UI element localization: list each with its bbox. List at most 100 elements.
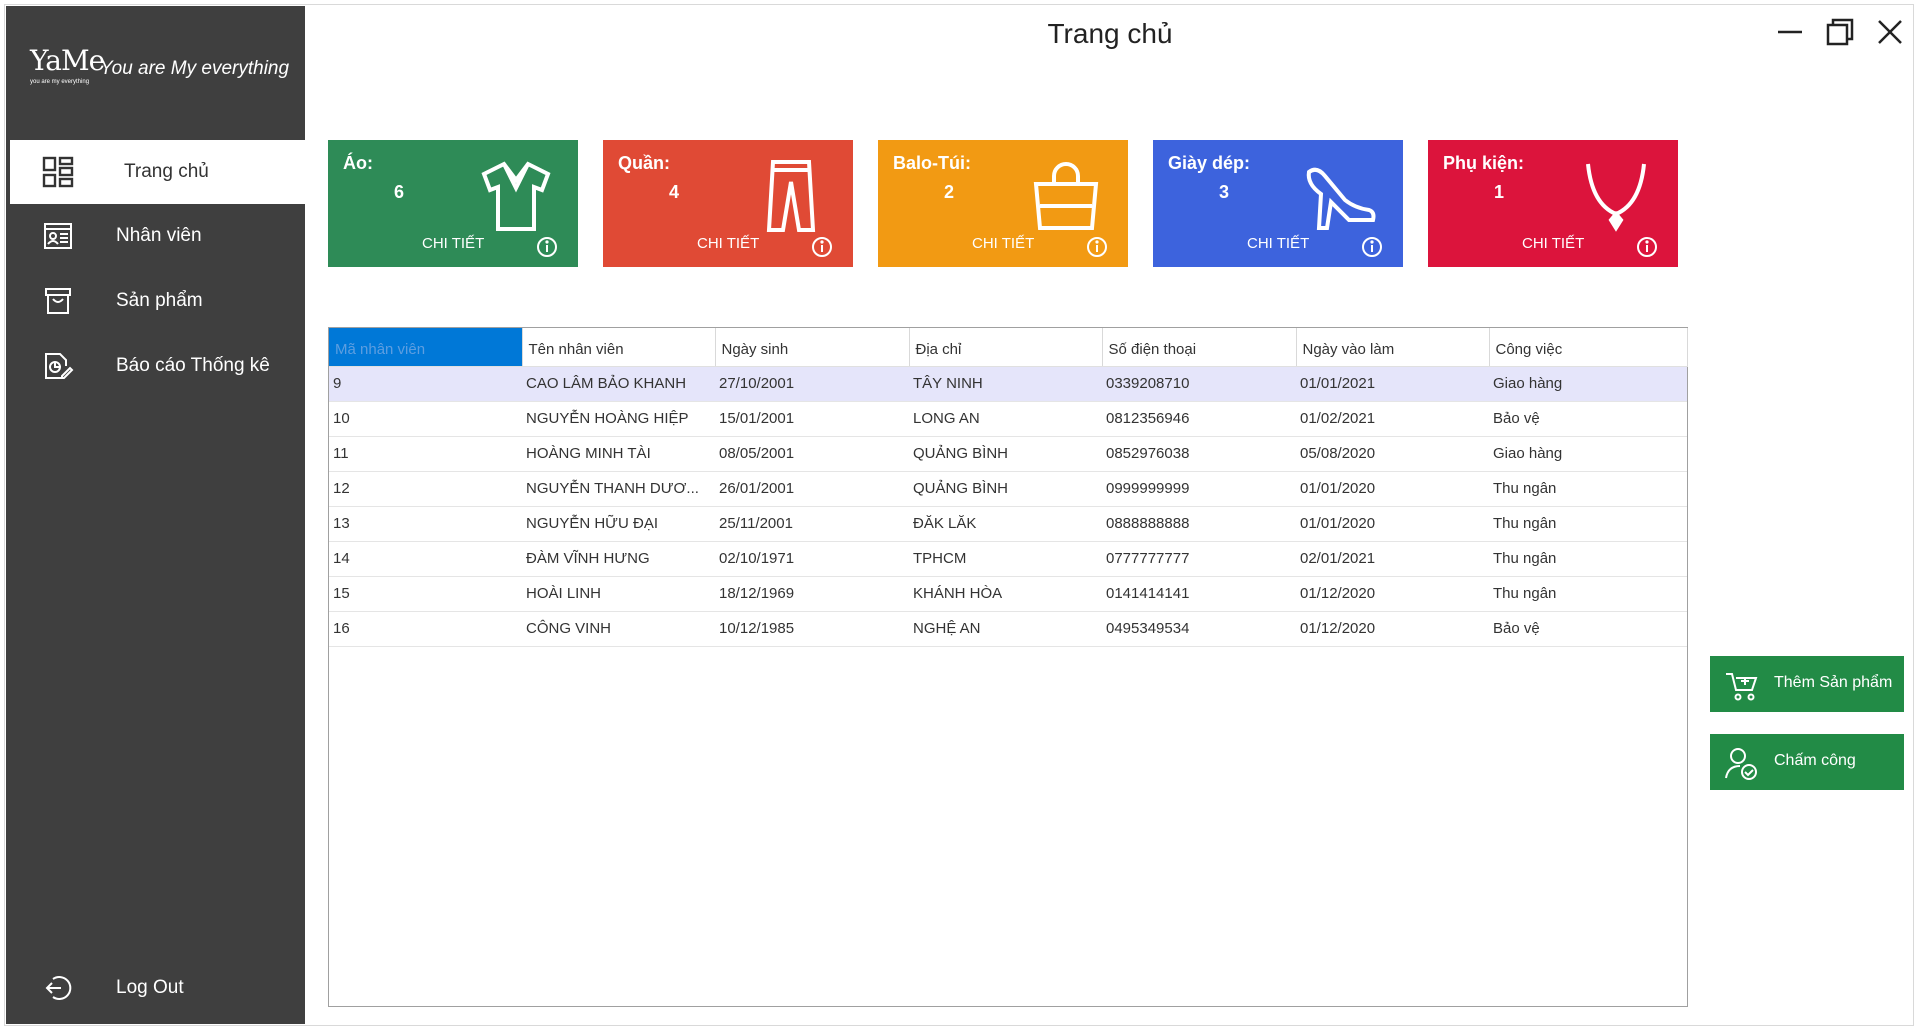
table-row[interactable]: 14 ĐÀM VĨNH HƯNG 02/10/1971 TPHCM 0777777777… bbox=[329, 541, 1687, 577]
table-cell[interactable]: KHÁNH HÒA bbox=[909, 576, 1102, 612]
table-cell[interactable]: 08/05/2001 bbox=[715, 436, 909, 472]
table-cell[interactable]: NGUYỄN HỮU ĐẠI bbox=[522, 506, 715, 542]
minimize-button[interactable] bbox=[1772, 14, 1808, 50]
table-cell[interactable]: 15/01/2001 bbox=[715, 401, 909, 437]
table-cell[interactable]: Giao hàng bbox=[1489, 436, 1687, 472]
table-row[interactable]: 10 NGUYỄN HOÀNG HIỆP 15/01/2001 LONG AN 0812… bbox=[329, 401, 1687, 437]
add-product-button[interactable]: Thêm Sản phẩm bbox=[1710, 656, 1904, 712]
table-row[interactable]: 9 CAO LÂM BẢO KHANH 27/10/2001 TÂY NINH 0339… bbox=[329, 366, 1687, 402]
sidebar-item-employees[interactable]: Nhân viên bbox=[10, 204, 305, 268]
table-cell[interactable]: Thu ngân bbox=[1489, 576, 1687, 612]
table-cell[interactable]: ĐĂK LĂK bbox=[909, 506, 1102, 542]
table-cell[interactable]: 25/11/2001 bbox=[715, 506, 909, 542]
brand-slogan: You are My everything bbox=[100, 58, 290, 79]
table-cell[interactable]: 13 bbox=[329, 506, 522, 542]
table-cell[interactable]: 01/01/2020 bbox=[1296, 471, 1489, 507]
table-cell[interactable]: QUẢNG BÌNH bbox=[909, 436, 1102, 472]
table-cell[interactable]: 05/08/2020 bbox=[1296, 436, 1489, 472]
table-cell[interactable]: 01/01/2020 bbox=[1296, 506, 1489, 542]
table-cell[interactable]: 26/01/2001 bbox=[715, 471, 909, 507]
report-icon bbox=[40, 348, 76, 384]
table-cell[interactable]: 0339208710 bbox=[1102, 366, 1296, 402]
table-cell[interactable]: Thu ngân bbox=[1489, 471, 1687, 507]
maximize-button[interactable] bbox=[1822, 14, 1858, 50]
table-row[interactable]: 15 HOÀI LINH 18/12/1969 KHÁNH HÒA 0141414141… bbox=[329, 576, 1687, 612]
detail-link[interactable]: CHI TIẾT bbox=[1522, 235, 1584, 252]
column-header[interactable]: Ngày vào làm bbox=[1296, 328, 1490, 367]
table-cell[interactable]: 10 bbox=[329, 401, 522, 437]
category-name: Balo-Túi: bbox=[893, 153, 971, 173]
table-cell[interactable]: 0777777777 bbox=[1102, 541, 1296, 577]
sidebar-item-products[interactable]: Sản phẩm bbox=[10, 269, 305, 333]
table-cell[interactable]: 27/10/2001 bbox=[715, 366, 909, 402]
detail-link[interactable]: CHI TIẾT bbox=[1247, 235, 1309, 252]
table-cell[interactable]: 0888888888 bbox=[1102, 506, 1296, 542]
sidebar-item-home[interactable]: Trang chủ bbox=[10, 140, 305, 204]
info-icon[interactable] bbox=[1636, 236, 1658, 258]
table-cell[interactable]: 01/02/2021 bbox=[1296, 401, 1489, 437]
table-cell[interactable]: CAO LÂM BẢO KHANH bbox=[522, 366, 715, 402]
table-cell[interactable]: 01/01/2021 bbox=[1296, 366, 1489, 402]
table-cell[interactable]: NGHỆ AN bbox=[909, 611, 1102, 647]
detail-link[interactable]: CHI TIẾT bbox=[422, 235, 484, 252]
table-cell[interactable]: Giao hàng bbox=[1489, 366, 1687, 402]
table-cell[interactable]: 0495349534 bbox=[1102, 611, 1296, 647]
table-cell[interactable]: 12 bbox=[329, 471, 522, 507]
table-cell[interactable]: HOÀI LINH bbox=[522, 576, 715, 612]
table-cell[interactable]: 0852976038 bbox=[1102, 436, 1296, 472]
detail-link[interactable]: CHI TIẾT bbox=[972, 235, 1034, 252]
table-cell[interactable]: 16 bbox=[329, 611, 522, 647]
table-cell[interactable]: 01/12/2020 bbox=[1296, 611, 1489, 647]
table-cell[interactable]: 02/01/2021 bbox=[1296, 541, 1489, 577]
table-cell[interactable]: 0141414141 bbox=[1102, 576, 1296, 612]
logout-button[interactable]: Log Out bbox=[10, 956, 305, 1020]
table-cell[interactable]: Thu ngân bbox=[1489, 506, 1687, 542]
category-count: 6 bbox=[394, 182, 405, 202]
attendance-label: Chấm công bbox=[1774, 752, 1856, 769]
table-cell[interactable]: QUẢNG BÌNH bbox=[909, 471, 1102, 507]
detail-link[interactable]: CHI TIẾT bbox=[697, 235, 759, 252]
table-cell[interactable]: 9 bbox=[329, 366, 522, 402]
dashboard-icon bbox=[40, 154, 76, 190]
table-row[interactable]: 16 CÔNG VINH 10/12/1985 NGHỆ AN 0495349534 01… bbox=[329, 611, 1687, 647]
table-cell[interactable]: Thu ngân bbox=[1489, 541, 1687, 577]
table-row[interactable]: 11 HOÀNG MINH TÀI 08/05/2001 QUẢNG BÌNH 0852… bbox=[329, 436, 1687, 472]
table-cell[interactable]: 14 bbox=[329, 541, 522, 577]
column-header[interactable]: Mã nhân viên bbox=[329, 328, 523, 367]
table-cell[interactable]: 18/12/1969 bbox=[715, 576, 909, 612]
table-cell[interactable]: NGUYỄN THANH DƯƠ... bbox=[522, 471, 715, 507]
table-cell[interactable]: 15 bbox=[329, 576, 522, 612]
table-cell[interactable]: 01/12/2020 bbox=[1296, 576, 1489, 612]
table-cell[interactable]: LONG AN bbox=[909, 401, 1102, 437]
column-header[interactable]: Số điện thoại bbox=[1102, 328, 1297, 367]
table-cell[interactable]: ĐÀM VĨNH HƯNG bbox=[522, 541, 715, 577]
table-cell[interactable]: TPHCM bbox=[909, 541, 1102, 577]
table-row[interactable]: 12 NGUYỄN THANH DƯƠ... 26/01/2001 QUẢNG BÌN… bbox=[329, 471, 1687, 507]
table-cell[interactable]: 0812356946 bbox=[1102, 401, 1296, 437]
table-cell[interactable]: 11 bbox=[329, 436, 522, 472]
employee-table[interactable]: Mã nhân viên Tên nhân viên Ngày sinh Địa… bbox=[328, 327, 1688, 1007]
table-cell[interactable]: Bảo vệ bbox=[1489, 611, 1687, 647]
column-header[interactable]: Ngày sinh bbox=[715, 328, 910, 367]
attendance-button[interactable]: Chấm công bbox=[1710, 734, 1904, 790]
table-cell[interactable]: TÂY NINH bbox=[909, 366, 1102, 402]
close-button[interactable] bbox=[1872, 14, 1908, 50]
table-cell[interactable]: 10/12/1985 bbox=[715, 611, 909, 647]
table-cell[interactable]: CÔNG VINH bbox=[522, 611, 715, 647]
info-icon[interactable] bbox=[1086, 236, 1108, 258]
table-row[interactable]: 13 NGUYỄN HỮU ĐẠI 25/11/2001 ĐĂK LĂK 0888888… bbox=[329, 506, 1687, 542]
table-cell[interactable]: Bảo vệ bbox=[1489, 401, 1687, 437]
brand-area: YaMe you are my everything You are My ev… bbox=[6, 6, 305, 138]
column-header[interactable]: Công việc bbox=[1489, 328, 1688, 367]
info-icon[interactable] bbox=[811, 236, 833, 258]
sidebar-item-reports[interactable]: Báo cáo Thống kê bbox=[10, 334, 305, 398]
column-header[interactable]: Địa chỉ bbox=[909, 328, 1103, 367]
table-cell[interactable]: NGUYỄN HOÀNG HIỆP bbox=[522, 401, 715, 437]
table-cell[interactable]: 02/10/1971 bbox=[715, 541, 909, 577]
column-header[interactable]: Tên nhân viên bbox=[522, 328, 716, 367]
info-icon[interactable] bbox=[1361, 236, 1383, 258]
table-cell[interactable]: 0999999999 bbox=[1102, 471, 1296, 507]
info-icon[interactable] bbox=[536, 236, 558, 258]
table-cell[interactable]: HOÀNG MINH TÀI bbox=[522, 436, 715, 472]
category-name: Quần: bbox=[618, 153, 670, 173]
